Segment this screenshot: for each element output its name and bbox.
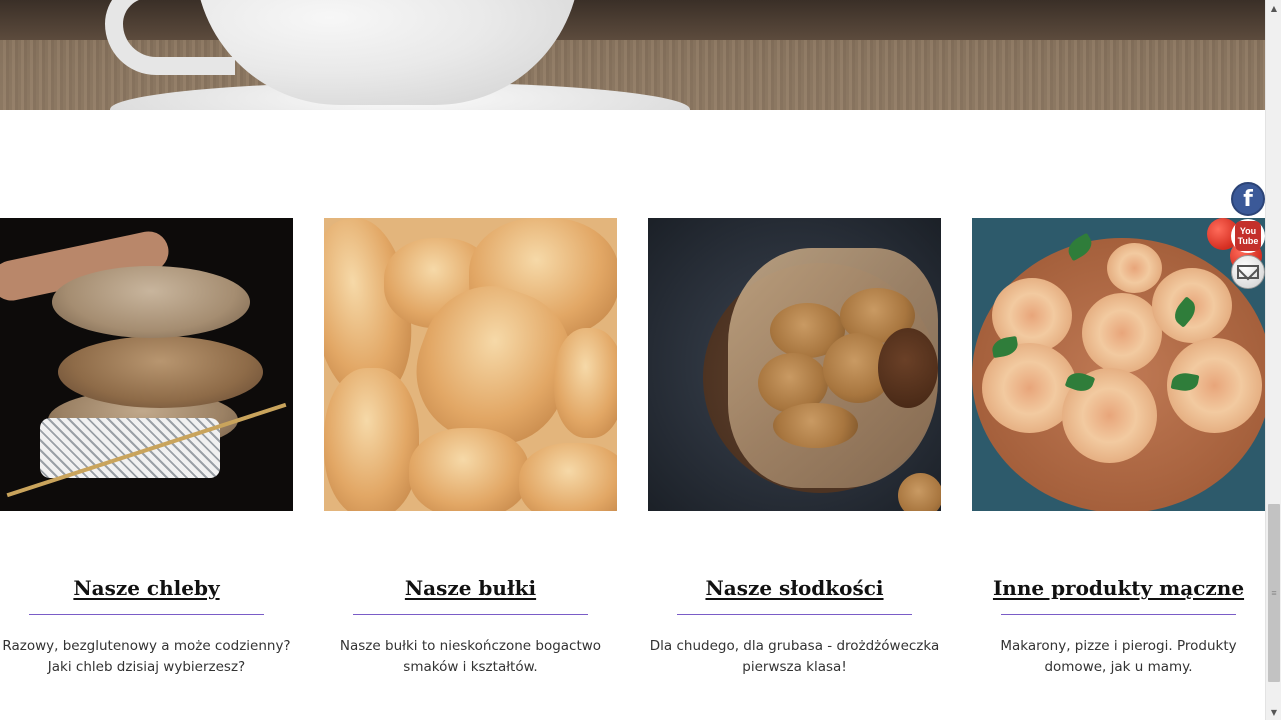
product-description: Razowy, bezglutenowy a może codzienny? J…: [2, 638, 291, 675]
product-title-link[interactable]: Inne produkty mączne: [972, 576, 1265, 600]
scrollbar-thumb[interactable]: ≡: [1268, 504, 1280, 682]
title-divider: [1001, 614, 1236, 615]
youtube-icon[interactable]: You Tube: [1231, 219, 1265, 253]
title-divider: [353, 614, 588, 615]
youtube-logo: You Tube: [1235, 221, 1261, 251]
product-card-sweets: Nasze słodkości Dla chudego, dla grubasa…: [648, 218, 941, 675]
title-divider: [677, 614, 912, 615]
pasta-nest-shape: [1107, 243, 1162, 293]
roll-shape: [324, 368, 419, 511]
cookie-shape: [773, 403, 858, 448]
scroll-up-arrow-icon[interactable]: ▲: [1266, 0, 1281, 16]
facebook-icon[interactable]: f: [1231, 182, 1265, 216]
roll-shape: [519, 443, 617, 511]
roll-shape: [409, 428, 529, 511]
vertical-scrollbar[interactable]: ▲ ≡ ▼: [1265, 0, 1281, 720]
facebook-glyph: f: [1243, 186, 1253, 212]
roll-shape: [554, 328, 617, 438]
envelope-shape: [1237, 265, 1259, 279]
product-title-link[interactable]: Nasze chleby: [0, 576, 293, 600]
loaf-shape: [58, 336, 263, 408]
youtube-tube-text: Tube: [1237, 236, 1259, 246]
cloth-shape: [40, 418, 220, 478]
product-description: Nasze bułki to nieskończone bogactwo sma…: [339, 638, 602, 675]
pasta-photo[interactable]: [972, 218, 1265, 511]
mail-icon[interactable]: [1231, 255, 1265, 289]
scrollbar-grip-icon: ≡: [1271, 588, 1277, 598]
hero-image: [0, 0, 1265, 110]
breads-photo[interactable]: [0, 218, 293, 511]
product-card-rolls: Nasze bułki Nasze bułki to nieskończone …: [324, 218, 617, 675]
product-title-link[interactable]: Nasze bułki: [324, 576, 617, 600]
cookie-shape: [878, 328, 938, 408]
title-divider: [29, 614, 264, 615]
product-description: Makarony, pizze i pierogi. Produkty domo…: [1000, 638, 1237, 675]
pasta-nest-shape: [1082, 293, 1162, 373]
product-description: Dla chudego, dla grubasa - drożdżóweczka…: [649, 638, 940, 675]
loaf-shape: [52, 266, 250, 338]
youtube-you-text: You: [1239, 226, 1257, 236]
scroll-down-arrow-icon[interactable]: ▼: [1266, 704, 1281, 720]
product-title-link[interactable]: Nasze słodkości: [648, 576, 941, 600]
product-card-other: Inne produkty mączne Makarony, pizze i p…: [972, 218, 1265, 675]
rolls-photo[interactable]: [324, 218, 617, 511]
sweets-photo[interactable]: [648, 218, 941, 511]
product-card-breads: Nasze chleby Razowy, bezglutenowy a może…: [0, 218, 293, 675]
cookie-shape: [898, 473, 941, 511]
